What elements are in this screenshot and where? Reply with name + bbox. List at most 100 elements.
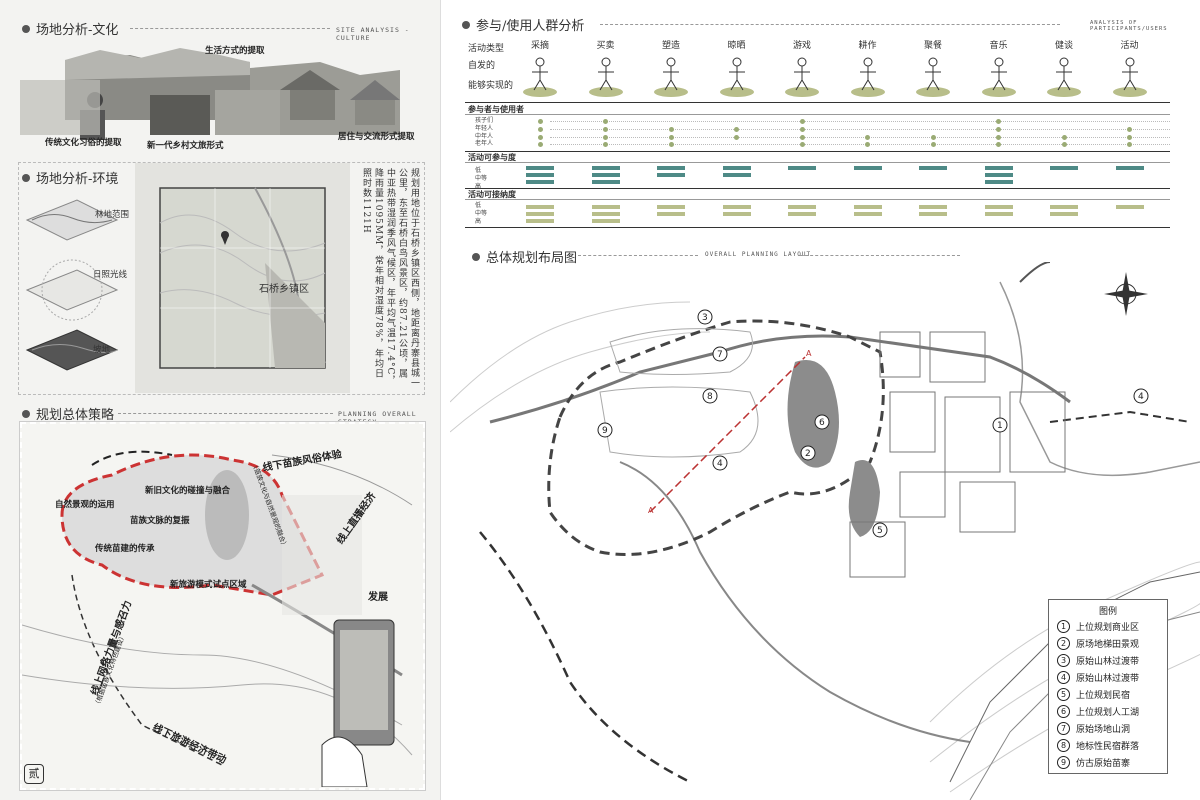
svg-text:5: 5: [877, 526, 883, 536]
lifestyle-label: 生活方式的提取: [205, 46, 265, 56]
legend-item: 5 上位规划民宿: [1057, 688, 1130, 701]
legend-label: 上位规划民宿: [1076, 691, 1131, 701]
rule: [465, 151, 1170, 152]
engagement-bar: [1050, 166, 1078, 170]
activity-icon: [588, 57, 623, 97]
participant-dot: [996, 134, 1001, 140]
participant-dot: [1127, 134, 1132, 140]
revival-label: 苗族文脉的复振: [130, 516, 190, 526]
activity-header: 音乐: [989, 41, 1008, 51]
engagement-bar: [984, 180, 1013, 184]
activity-header: 晾晒: [727, 41, 746, 51]
acceptance-bar: [853, 205, 882, 209]
develop-label: 发展: [368, 592, 388, 603]
terrain-diagrams: [25, 199, 119, 371]
culture-section-title: 场地分析-文化: [22, 19, 118, 38]
participant-dot: [865, 142, 870, 148]
map-legend: 图例 1 上位规划商业区 2 原场地梯田景观 3 原始山林过渡带 4 原始山林过渡带 5 上位规划…: [1048, 599, 1168, 774]
participant-dot: [996, 119, 1001, 124]
legend-item: 6 上位规划人工湖: [1057, 705, 1139, 718]
legend-label: 原始场地山洞: [1076, 725, 1131, 735]
participant-row-line: [550, 136, 1170, 138]
engagement-bar: [591, 166, 620, 170]
legend-title: 图例: [1098, 607, 1117, 617]
legend-item: 3 原始山林过渡带: [1057, 654, 1139, 667]
divider: [600, 24, 1060, 25]
activity-header: 聚餐: [923, 41, 942, 51]
legend-label: 原场地梯田景观: [1076, 640, 1140, 650]
acceptance-bar: [919, 205, 947, 209]
landscape-label: 自然景观的运用: [55, 500, 115, 510]
participant-dot: [537, 119, 543, 124]
rule: [465, 227, 1170, 228]
legend-label: 上位规划商业区: [1076, 623, 1140, 633]
legend-label: 原始山林过渡带: [1076, 657, 1140, 667]
legend-label: 上位规划人工湖: [1076, 708, 1140, 718]
participants-section-title: 参与/使用人群分析: [462, 15, 584, 34]
site-description: 规划用地位于石桥乡镇区西侧，地距离丹寨县城一公里，东至石桥白鸟风景区，约87.2…: [361, 168, 419, 388]
row-head-type: 活动类型: [468, 44, 505, 54]
participant-dot: [537, 126, 543, 132]
participant-dot: [537, 134, 543, 140]
divider: [578, 255, 698, 256]
engagement-bar: [788, 166, 816, 170]
forest-label: 林地范围: [95, 210, 130, 220]
participant-dot: [603, 134, 608, 140]
engagement-bar: [591, 180, 620, 184]
svg-text:8: 8: [707, 392, 713, 402]
participant-dot: [668, 126, 674, 132]
strategy-section-title: 规划总体策略: [22, 404, 114, 423]
legend-number-icon: 2: [1057, 637, 1070, 650]
legend-number-icon: 3: [1057, 654, 1070, 667]
engagement-bar: [853, 166, 882, 170]
legend-item: 1 上位规划商业区: [1057, 620, 1139, 633]
site-map: [159, 187, 326, 369]
legend-label: 地标性民宿群落: [1076, 742, 1140, 752]
participant-dot: [996, 126, 1001, 132]
activity-icon: [719, 57, 754, 97]
acceptance-bar: [526, 205, 554, 209]
activity-icon: [654, 57, 688, 97]
legend-number-icon: 6: [1057, 705, 1070, 718]
svg-text:1: 1: [997, 421, 1003, 431]
pilot-area-label: 新旅游模式试点区域: [170, 580, 247, 590]
activity-icon: [523, 57, 557, 97]
acceptance-bar: [591, 212, 620, 216]
housing-label: 居住与交流形式提取: [338, 132, 415, 142]
acceptance-bar: [526, 219, 554, 223]
engagement-low: 低: [475, 167, 482, 174]
layout-section-en: OVERALL PLANNING LAYOUT: [705, 251, 812, 258]
participant-dot: [537, 142, 543, 148]
rule: [465, 102, 1170, 103]
divider: [800, 255, 960, 256]
legend-item: 9 仿古原始苗寨: [1057, 756, 1130, 769]
legend-number-icon: 8: [1057, 739, 1070, 752]
rule: [465, 162, 1170, 163]
participant-dot: [1127, 142, 1132, 148]
participant-dot: [799, 119, 805, 124]
participant-dot: [930, 142, 936, 148]
acceptance-bar: [591, 205, 620, 209]
participant-group-children: 孩子们: [475, 117, 494, 124]
engagement-bar: [1115, 166, 1144, 170]
section-marker-top: A: [806, 349, 812, 358]
engagement-bar: [526, 166, 554, 170]
acceptance-level-labels: 低 中等 高: [475, 202, 487, 225]
row-head-achievable: 能够实现的: [468, 81, 514, 91]
acceptance-bar: [657, 205, 685, 209]
engagement-bar: [919, 166, 947, 170]
activity-icon: [785, 57, 819, 97]
heritage-label: 传统苗建的传承: [95, 544, 155, 554]
acceptance-low: 低: [475, 202, 482, 209]
row-head-spontaneous: 自发的: [468, 61, 496, 71]
acceptance-bar: [853, 212, 882, 216]
acceptance-bar: [722, 205, 751, 209]
participant-group-labels: 孩子们 年轻人 中年人 老年人: [475, 117, 493, 148]
acceptance-bar: [657, 212, 685, 216]
participant-group-youth: 年轻人: [475, 124, 494, 132]
rule: [465, 114, 1170, 115]
legend-label: 原始山林过渡带: [1076, 674, 1140, 684]
bullet-icon: [472, 252, 480, 261]
engagement-mid: 中等: [475, 174, 488, 182]
acceptance-bar: [1050, 205, 1078, 209]
